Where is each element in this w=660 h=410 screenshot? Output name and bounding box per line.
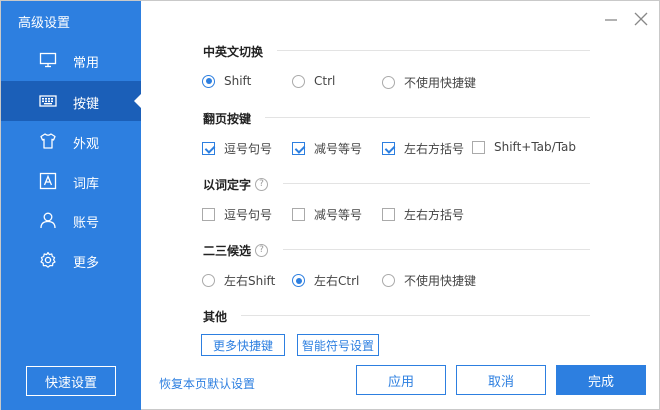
radio-switch-shift[interactable]: Shift	[202, 74, 251, 88]
radio-label: 左右Shift	[224, 274, 276, 288]
checkbox-label: 逗号句号	[224, 142, 273, 156]
radio-candidate-none[interactable]: 不使用快捷键	[382, 272, 476, 289]
window-title: 高级设置	[18, 16, 71, 31]
section-title-text: 以词定字	[203, 178, 252, 192]
checkbox-label: 逗号句号	[224, 208, 273, 222]
checkbox-label: 左右方括号	[404, 142, 465, 156]
sidebar-item-label: 常用	[73, 56, 100, 71]
sidebar-item-label: 词库	[73, 177, 100, 192]
section-divider	[277, 50, 590, 51]
radio-button[interactable]	[292, 274, 305, 287]
radio-label: 不使用快捷键	[404, 274, 477, 288]
sidebar-item-account[interactable]: 账号	[1, 200, 141, 240]
sidebar-item-keys[interactable]: 按键	[1, 81, 141, 121]
sidebar-item-label: 更多	[73, 256, 100, 271]
quick-settings-button[interactable]: 快速设置	[26, 366, 116, 396]
checkbox[interactable]	[382, 142, 395, 155]
radio-button[interactable]	[382, 76, 395, 89]
radio-label: 左右Ctrl	[314, 274, 360, 288]
monitor-icon	[39, 51, 57, 69]
section-title-other: 其他	[203, 310, 228, 324]
apply-button[interactable]: 应用	[356, 365, 446, 395]
sidebar-item-label: 账号	[73, 216, 100, 231]
section-title-text: 二三候选	[203, 244, 252, 258]
help-icon[interactable]: ?	[255, 178, 269, 191]
help-icon[interactable]: ?	[255, 244, 269, 257]
checkbox[interactable]	[292, 142, 305, 155]
section-title-paging: 翻页按键	[203, 112, 252, 126]
checkbox-paging-comma[interactable]: 逗号句号	[202, 140, 272, 157]
section-divider	[265, 117, 590, 118]
checkbox[interactable]	[472, 140, 485, 154]
section-title-candidate: 二三候选 ?	[203, 242, 269, 259]
radio-switch-none[interactable]: 不使用快捷键	[382, 74, 476, 91]
radio-label: Shift	[224, 74, 252, 88]
tshirt-icon	[39, 132, 57, 150]
checkbox[interactable]	[382, 208, 395, 221]
checkbox-label: 减号等号	[314, 208, 363, 222]
sidebar-item-common[interactable]: 常用	[1, 40, 141, 80]
radio-candidate-ctrl[interactable]: 左右Ctrl	[292, 272, 359, 289]
sidebar-item-label: 外观	[73, 137, 100, 152]
sidebar-item-label: 按键	[73, 97, 100, 112]
section-title-word-select: 以词定字 ?	[203, 176, 269, 193]
radio-label: 不使用快捷键	[404, 76, 477, 90]
settings-content: 中英文切换 Shift Ctrl 不使用快捷键 翻页按键 逗号句号 减号等号 左…	[141, 1, 660, 410]
settings-window: 高级设置 常用 按键 外观 词库 账号 更多 快速设置 中英文切换 Shift …	[0, 0, 660, 410]
radio-candidate-shift[interactable]: 左右Shift	[202, 272, 275, 289]
checkbox-word-comma[interactable]: 逗号句号	[202, 206, 272, 223]
radio-label: Ctrl	[314, 74, 336, 88]
checkbox-label: 减号等号	[314, 142, 363, 156]
checkbox-word-bracket[interactable]: 左右方括号	[382, 206, 464, 223]
checkbox[interactable]	[202, 208, 215, 221]
sidebar: 高级设置 常用 按键 外观 词库 账号 更多 快速设置	[1, 1, 141, 410]
radio-button[interactable]	[292, 74, 305, 88]
radio-switch-ctrl[interactable]: Ctrl	[292, 74, 335, 88]
sidebar-item-appearance[interactable]: 外观	[1, 121, 141, 161]
checkbox[interactable]	[292, 208, 305, 221]
section-divider	[283, 183, 590, 184]
section-divider	[283, 249, 590, 250]
section-title-switch: 中英文切换	[203, 45, 264, 59]
checkbox-paging-bracket[interactable]: 左右方括号	[382, 140, 464, 157]
sidebar-item-more[interactable]: 更多	[1, 240, 141, 280]
cancel-button[interactable]: 取消	[456, 365, 546, 395]
done-button[interactable]: 完成	[556, 365, 646, 395]
smart-symbol-button[interactable]: 智能符号设置	[297, 334, 379, 356]
more-shortcuts-button[interactable]: 更多快捷键	[201, 334, 285, 356]
section-divider	[241, 315, 590, 316]
checkbox-paging-minus[interactable]: 减号等号	[292, 140, 362, 157]
radio-button[interactable]	[202, 74, 215, 88]
radio-button[interactable]	[382, 274, 395, 287]
checkbox-word-minus[interactable]: 减号等号	[292, 206, 362, 223]
radio-button[interactable]	[202, 274, 215, 287]
dictionary-icon	[39, 172, 57, 190]
gear-icon	[39, 251, 57, 269]
checkbox-label: 左右方括号	[404, 208, 465, 222]
checkbox-paging-shift-tab[interactable]: Shift+Tab/Tab	[472, 140, 576, 154]
reset-defaults-link[interactable]: 恢复本页默认设置	[159, 375, 255, 392]
user-icon	[39, 211, 57, 229]
checkbox-label: Shift+Tab/Tab	[494, 140, 577, 154]
keyboard-icon	[39, 92, 57, 110]
checkbox[interactable]	[202, 142, 215, 155]
sidebar-item-dictionary[interactable]: 词库	[1, 161, 141, 201]
